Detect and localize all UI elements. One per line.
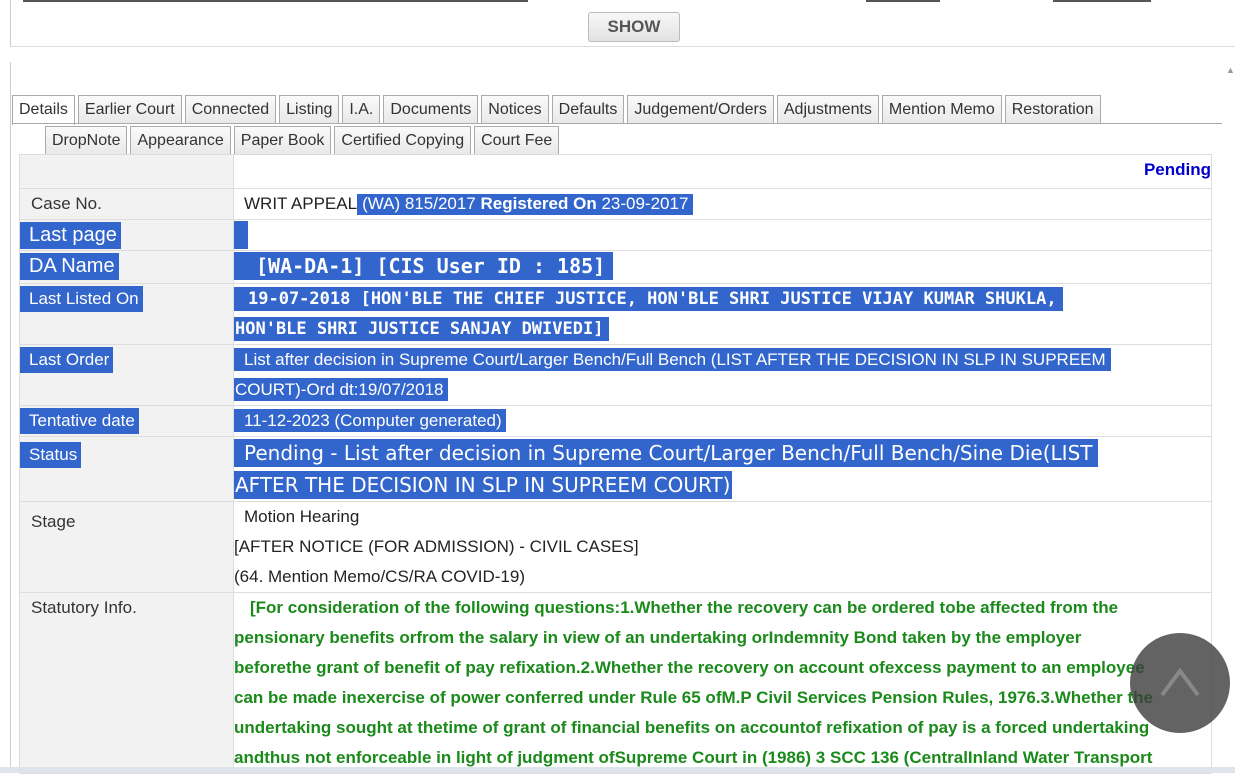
last-listed-line2: HON'BLE SHRI JUSTICE SANJAY DWIVEDI]: [234, 317, 610, 341]
pending-header-row: Pending: [19, 154, 1212, 189]
top-field-divider: [23, 0, 528, 2]
last-page-value: [234, 221, 248, 249]
last-listed-value-cell: 19-07-2018 [HON'BLE THE CHIEF JUSTICE, H…: [233, 283, 1212, 345]
status-label: Status: [20, 442, 82, 468]
tab-appearance[interactable]: Appearance: [130, 126, 231, 155]
tab-documents[interactable]: Documents: [383, 95, 479, 124]
da-name-label-cell: DA Name: [19, 250, 234, 284]
tab-paper-book[interactable]: Paper Book: [233, 126, 332, 155]
tab-adjustments[interactable]: Adjustments: [776, 95, 879, 124]
last-order-line2: COURT)-Ord dt:19/07/2018: [234, 378, 448, 401]
last-order-line1: List after decision in Supreme Court/Lar…: [234, 348, 1111, 371]
statutory-info-row: Statutory Info. [For consideration of th…: [19, 592, 1212, 774]
stage-label: Stage: [31, 512, 76, 531]
pending-status-heading: Pending: [233, 154, 1212, 189]
statutory-line: can be made inexercise of power conferre…: [234, 688, 1153, 707]
statutory-label-cell: Statutory Info.: [19, 592, 234, 774]
tentative-date-label: Tentative date: [20, 408, 139, 434]
top-field-divider: [866, 0, 940, 2]
scroll-to-top-button[interactable]: [1130, 633, 1230, 733]
stage-value-cell: Motion Hearing [AFTER NOTICE (FOR ADMISS…: [233, 501, 1212, 593]
last-order-label: Last Order: [20, 347, 114, 373]
tab-listing[interactable]: Listing: [279, 95, 340, 124]
statutory-line: [For consideration of the following ques…: [250, 598, 1119, 617]
statutory-line: andthus not enforceable in light of judg…: [234, 748, 1153, 767]
tab-connected[interactable]: Connected: [184, 95, 277, 124]
registered-on-label: Registered On: [480, 194, 597, 213]
last-listed-row: Last Listed On 19-07-2018 [HON'BLE THE C…: [19, 283, 1212, 345]
case-no-label-cell: Case No.: [19, 188, 234, 220]
da-name-label: DA Name: [20, 253, 119, 280]
da-name-value: [WA-DA-1] [CIS User ID : 185]: [234, 252, 614, 280]
da-name-row: DA Name [WA-DA-1] [CIS User ID : 185]: [19, 250, 1212, 284]
statutory-line: beforethe grant of benefit of pay refixa…: [234, 658, 1145, 677]
tentative-date-row: Tentative date 11-12-2023 (Computer gene…: [19, 405, 1212, 437]
tab-mention-memo[interactable]: Mention Memo: [881, 95, 1002, 124]
stage-label-cell: Stage: [19, 501, 234, 593]
stage-row: Stage Motion Hearing [AFTER NOTICE (FOR …: [19, 501, 1212, 593]
last-order-value-cell: List after decision in Supreme Court/Lar…: [233, 344, 1212, 406]
tab-court-fee[interactable]: Court Fee: [474, 126, 560, 155]
tentative-date-label-cell: Tentative date: [19, 405, 234, 437]
tab-judgement-orders[interactable]: Judgement/Orders: [627, 95, 774, 124]
scrollbar-up-arrow[interactable]: ▲: [1226, 66, 1235, 75]
case-no-row: Case No. WRIT APPEAL (WA) 815/2017 Regist…: [19, 188, 1212, 220]
da-name-value-cell: [WA-DA-1] [CIS User ID : 185]: [233, 250, 1212, 284]
tab-earlier-court[interactable]: Earlier Court: [77, 95, 182, 124]
last-order-row: Last Order List after decision in Suprem…: [19, 344, 1212, 406]
statutory-line: undertaking sought at thetime of grant o…: [234, 718, 1150, 737]
case-number-highlight: (WA) 815/2017 Registered On 23-09-2017: [357, 194, 694, 215]
statutory-label: Statutory Info.: [31, 598, 137, 617]
top-field-divider: [1053, 0, 1151, 2]
tab-notices[interactable]: Notices: [481, 95, 549, 124]
tentative-date-value: 11-12-2023 (Computer generated): [234, 409, 506, 432]
last-listed-label: Last Listed On: [20, 286, 143, 312]
status-label-cell: Status: [19, 436, 234, 502]
case-no-value: WRIT APPEAL (WA) 815/2017 Registered On 2…: [233, 188, 1212, 220]
show-button[interactable]: SHOW: [588, 12, 680, 42]
tab-row-1: Details Earlier Court Connected Listing …: [12, 95, 1101, 125]
chevron-up-icon: [1160, 667, 1200, 697]
case-type: WRIT APPEAL: [244, 194, 358, 213]
statutory-value-cell: [For consideration of the following ques…: [233, 592, 1212, 774]
last-listed-line1: 19-07-2018 [HON'BLE THE CHIEF JUSTICE, H…: [234, 287, 1063, 311]
tab-defaults[interactable]: Defaults: [551, 95, 625, 124]
last-order-label-cell: Last Order: [19, 344, 234, 406]
case-number: (WA) 815/2017: [362, 194, 476, 213]
stage-line3: (64. Mention Memo/CS/RA COVID-19): [234, 567, 525, 586]
tab-row-2: DropNote Appearance Paper Book Certified…: [45, 126, 560, 155]
case-details-table: Pending Case No. WRIT APPEAL (WA) 815/201…: [19, 154, 1212, 774]
last-page-row: Last page: [19, 219, 1212, 251]
tab-ia[interactable]: I.A.: [342, 95, 381, 124]
tab-restoration[interactable]: Restoration: [1004, 95, 1101, 124]
top-form-bar: SHOW: [10, 0, 1235, 47]
tab-dropnote[interactable]: DropNote: [45, 126, 128, 155]
status-row: Status Pending - List after decision in …: [19, 436, 1212, 502]
registered-date: 23-09-2017: [601, 194, 689, 213]
stage-line1: Motion Hearing: [244, 507, 360, 526]
tentative-date-value-cell: 11-12-2023 (Computer generated): [233, 405, 1212, 437]
empty-label-cell: [19, 154, 234, 189]
statutory-line: pensionary benefits orfrom the salary in…: [234, 628, 1082, 647]
status-line1: Pending - List after decision in Supreme…: [234, 439, 1099, 467]
last-page-label: Last page: [20, 222, 121, 249]
stage-line2: [AFTER NOTICE (FOR ADMISSION) - CIVIL CA…: [234, 537, 639, 556]
case-no-label: Case No.: [31, 194, 102, 213]
tab-divider: [12, 123, 1222, 124]
status-line2: AFTER THE DECISION IN SLP IN SUPREEM COU…: [234, 471, 733, 499]
tab-details[interactable]: Details: [12, 95, 75, 125]
status-value-cell: Pending - List after decision in Supreme…: [233, 436, 1212, 502]
tab-certified-copying[interactable]: Certified Copying: [334, 126, 472, 155]
last-page-value-cell: [233, 219, 1212, 251]
last-page-label-cell: Last page: [19, 219, 234, 251]
last-listed-label-cell: Last Listed On: [19, 283, 234, 345]
bottom-scrollbar[interactable]: [0, 767, 1235, 773]
